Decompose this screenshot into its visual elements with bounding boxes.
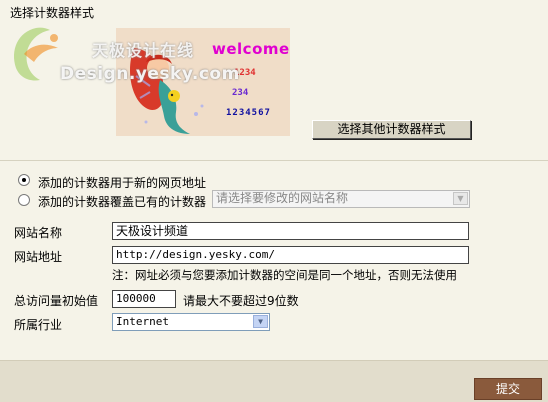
watermark-logo — [14, 27, 58, 81]
site-name-label: 网站名称 — [14, 226, 63, 240]
preview-number: 234 — [232, 88, 249, 98]
chevron-down-icon[interactable]: ▼ — [453, 192, 468, 205]
url-note: 注：网址必须与您要添加计数器的空间是同一个地址，否则无法使用 — [112, 268, 457, 282]
preview-number: 1234567 — [226, 108, 271, 118]
site-name-select[interactable]: 请选择要修改的网站名称 ▼ — [212, 190, 470, 208]
footer-band — [0, 360, 548, 402]
submit-button[interactable]: 提交 — [474, 378, 542, 400]
watermark-text: Design.yesky.com — [60, 64, 240, 84]
radio-new-address[interactable] — [18, 174, 30, 186]
industry-select-value: Internet — [116, 315, 169, 328]
site-url-input[interactable]: http://design.yesky.com/ — [112, 246, 469, 264]
site-name-input[interactable]: 天极设计频道 — [112, 222, 469, 240]
initial-count-input[interactable]: 100000 — [112, 290, 176, 308]
initial-count-hint: 请最大不要超过9位数 — [183, 294, 299, 308]
site-select-placeholder: 请选择要修改的网站名称 — [216, 191, 349, 205]
initial-count-label: 总访问量初始值 — [14, 294, 99, 308]
radio-new-address-label[interactable]: 添加的计数器用于新的网页地址 — [38, 174, 206, 191]
divider — [0, 160, 548, 161]
industry-select[interactable]: Internet ▼ — [112, 313, 270, 331]
radio-overwrite-existing[interactable] — [18, 194, 30, 206]
radio-overwrite-existing-label[interactable]: 添加的计数器覆盖已有的计数器 — [38, 193, 206, 210]
chevron-down-icon[interactable]: ▼ — [253, 315, 268, 328]
watermark-text: 天极设计在线 — [92, 41, 195, 60]
site-url-label: 网站地址 — [14, 250, 63, 264]
preview-welcome-text: welcome — [212, 40, 290, 58]
industry-label: 所属行业 — [14, 318, 63, 332]
section-title: 选择计数器样式 — [10, 6, 95, 20]
choose-counter-style-button[interactable]: 选择其他计数器样式 — [312, 120, 471, 139]
